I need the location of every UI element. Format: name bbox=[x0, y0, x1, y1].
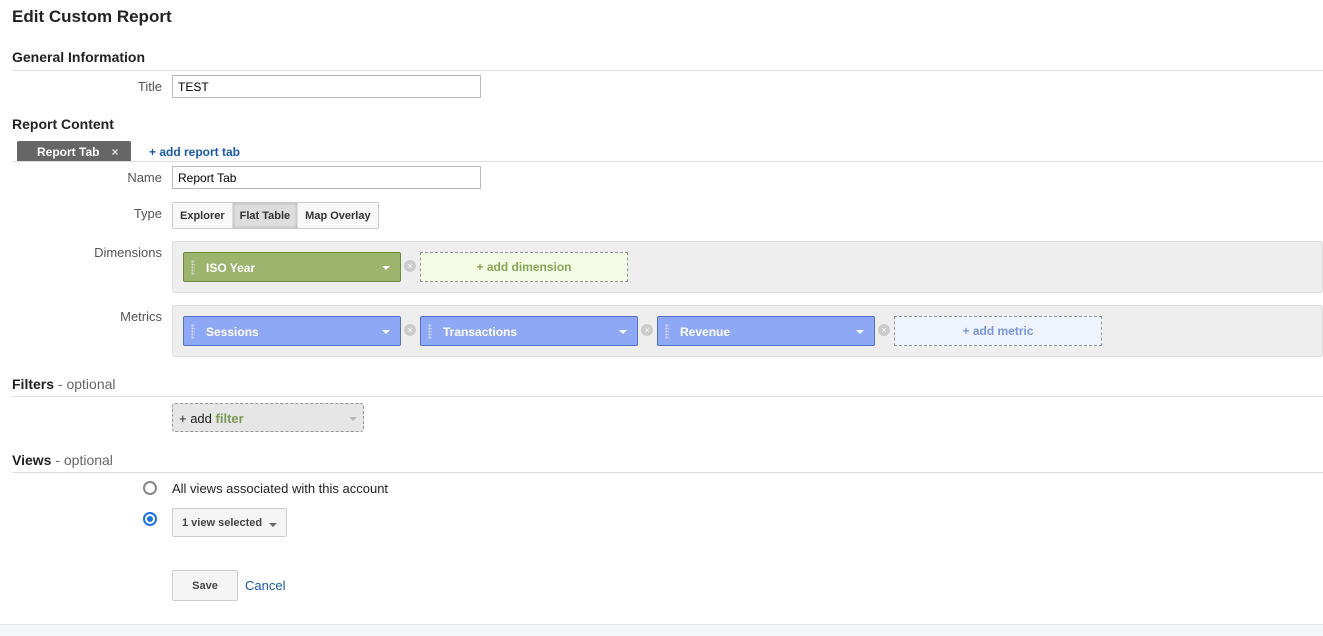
divider bbox=[12, 472, 1323, 473]
dimension-iso-year[interactable]: ISO Year bbox=[183, 252, 401, 282]
type-selector: Explorer Flat Table Map Overlay bbox=[172, 202, 379, 229]
chevron-down-icon[interactable] bbox=[856, 330, 864, 334]
radio-selected-views[interactable] bbox=[143, 512, 157, 526]
general-information-heading: General Information bbox=[12, 49, 146, 65]
add-filter-button[interactable]: + add filter bbox=[172, 403, 364, 432]
view-selector-dropdown[interactable]: 1 view selected bbox=[172, 508, 287, 537]
metrics-label: Metrics bbox=[120, 309, 162, 324]
add-metric-button[interactable]: + add metric bbox=[894, 316, 1102, 346]
name-label: Name bbox=[127, 170, 162, 185]
metric-label: Revenue bbox=[680, 325, 731, 339]
divider bbox=[12, 70, 1323, 71]
chevron-down-icon[interactable] bbox=[382, 330, 390, 334]
remove-icon[interactable]: × bbox=[404, 260, 416, 272]
type-map-overlay-button[interactable]: Map Overlay bbox=[298, 203, 378, 228]
add-dimension-button[interactable]: + add dimension bbox=[420, 252, 628, 282]
type-label: Type bbox=[133, 206, 162, 221]
metric-label: Transactions bbox=[443, 325, 518, 339]
drag-handle-icon[interactable] bbox=[428, 324, 432, 339]
dimension-label: ISO Year bbox=[206, 261, 256, 275]
save-button[interactable]: Save bbox=[172, 570, 238, 601]
chevron-down-icon bbox=[349, 417, 357, 421]
dimensions-label: Dimensions bbox=[94, 245, 162, 260]
chevron-down-icon[interactable] bbox=[382, 266, 390, 270]
tab-report-tab[interactable]: Report Tab × bbox=[17, 141, 131, 162]
drag-handle-icon[interactable] bbox=[191, 324, 195, 339]
report-content-heading: Report Content bbox=[12, 116, 114, 132]
remove-icon[interactable]: × bbox=[641, 324, 653, 336]
drag-handle-icon[interactable] bbox=[191, 260, 195, 275]
metric-sessions[interactable]: Sessions bbox=[183, 316, 401, 346]
chevron-down-icon bbox=[269, 523, 277, 527]
metric-revenue[interactable]: Revenue bbox=[657, 316, 875, 346]
filters-heading: Filters - optional bbox=[12, 376, 116, 392]
remove-icon[interactable]: × bbox=[404, 324, 416, 336]
page-title: Edit Custom Report bbox=[12, 7, 172, 26]
chevron-down-icon[interactable] bbox=[619, 330, 627, 334]
add-report-tab-link[interactable]: + add report tab bbox=[149, 145, 240, 159]
cancel-link[interactable]: Cancel bbox=[245, 578, 285, 593]
title-label: Title bbox=[137, 79, 162, 94]
type-explorer-button[interactable]: Explorer bbox=[173, 203, 233, 228]
all-views-label: All views associated with this account bbox=[172, 481, 389, 496]
metric-transactions[interactable]: Transactions bbox=[420, 316, 638, 346]
close-icon[interactable]: × bbox=[111, 145, 118, 159]
type-flat-table-button[interactable]: Flat Table bbox=[232, 203, 299, 228]
footer-bar bbox=[0, 624, 1323, 636]
divider bbox=[12, 161, 1323, 162]
remove-icon[interactable]: × bbox=[878, 324, 890, 336]
metric-label: Sessions bbox=[206, 325, 259, 339]
divider bbox=[12, 396, 1323, 397]
name-input[interactable] bbox=[172, 166, 481, 189]
radio-all-views[interactable] bbox=[143, 481, 157, 495]
tab-label: Report Tab bbox=[37, 145, 100, 159]
title-input[interactable] bbox=[172, 75, 481, 98]
drag-handle-icon[interactable] bbox=[665, 324, 669, 339]
views-heading: Views - optional bbox=[12, 452, 113, 468]
